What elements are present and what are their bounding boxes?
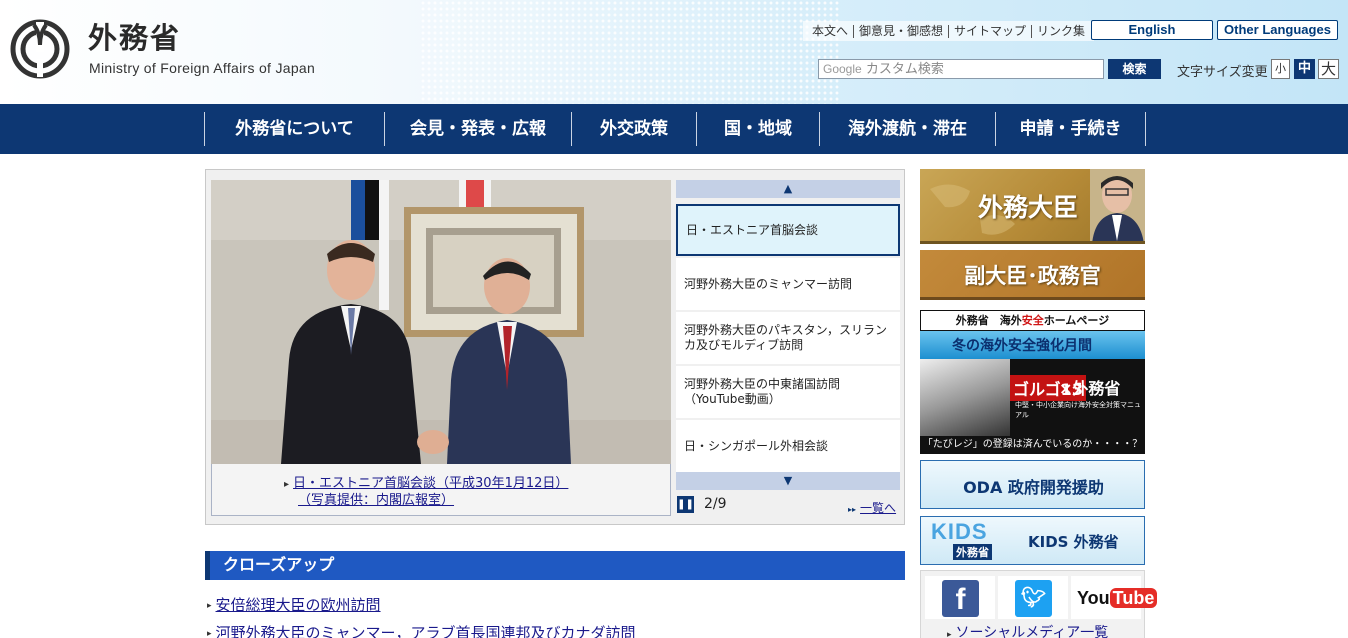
slider-item[interactable]: 河野外務大臣のミャンマー訪問 xyxy=(676,258,900,310)
font-size-label: 文字サイズ変更 xyxy=(1177,65,1268,80)
search-input[interactable]: Google カスタム検索 xyxy=(818,59,1104,79)
golgo-illustration xyxy=(920,359,1010,436)
nav-press[interactable]: 会見・発表・広報 xyxy=(384,112,571,146)
oda-banner-label: ODA 政府開発援助 xyxy=(963,478,1104,497)
util-link-main-content[interactable]: 本文へ xyxy=(807,24,855,38)
safety-month-strip: 冬の海外安全強化月間 xyxy=(920,331,1145,359)
kids-banner[interactable]: KIDS 外務省 KIDS 外務省 xyxy=(920,516,1145,565)
slide-caption: 日・エストニア首脳会談（平成30年1月12日） （写真提供：内閣広報室） xyxy=(211,464,671,516)
closeup-link[interactable]: 河野外務大臣のミャンマー，アラブ首長国連邦及びカナダ訪問 xyxy=(207,622,636,638)
minister-banner-label: 外務大臣 xyxy=(978,193,1079,222)
site-title-en[interactable]: Ministry of Foreign Affairs of Japan xyxy=(89,60,315,76)
safety-banner-top-suffix: ホームページ xyxy=(1043,314,1110,327)
closeup-heading-text: クローズアップ xyxy=(223,555,335,574)
mofa-logo-icon[interactable] xyxy=(10,19,70,79)
nav-foreign-policy[interactable]: 外交政策 xyxy=(571,112,696,146)
slide-caption-credit[interactable]: （写真提供：内閣広報室） xyxy=(298,489,454,508)
overseas-safety-banner[interactable]: 外務省 海外安全ホームページ 冬の海外安全強化月間 ゴルゴ13 ×外務省 中堅・… xyxy=(920,310,1145,454)
facebook-button[interactable]: f xyxy=(925,576,995,619)
header-world-map xyxy=(420,0,840,104)
nav-overseas-travel[interactable]: 海外渡航・滞在 xyxy=(819,112,995,146)
youtube-icon: You Tube xyxy=(1077,580,1158,617)
site-title-ja[interactable]: 外務省 xyxy=(88,20,181,56)
font-size-large-button[interactable]: 大 xyxy=(1318,59,1339,79)
slider-list-link[interactable]: 一覧へ xyxy=(848,499,896,516)
font-size-medium-button[interactable]: 中 xyxy=(1294,59,1315,79)
featured-slider: 日・エストニア首脳会談（平成30年1月12日） （写真提供：内閣広報室） ▲ 日… xyxy=(205,169,905,525)
vice-minister-banner-label: 副大臣･政務官 xyxy=(964,264,1101,288)
other-languages-button[interactable]: Other Languages xyxy=(1217,20,1338,40)
util-link-feedback[interactable]: 御意見・御感想 xyxy=(854,24,950,38)
closeup-link[interactable]: 安倍総理大臣の欧州訪問 xyxy=(207,594,381,615)
site-header: 外務省 Ministry of Foreign Affairs of Japan… xyxy=(0,0,1348,104)
slider-down-icon[interactable]: ▼ xyxy=(676,472,900,490)
slider-item[interactable]: 日・シンガポール外相会談 xyxy=(676,420,900,472)
golgo-subtitle: 中堅・中小企業向け海外安全対策マニュアル xyxy=(1015,401,1141,419)
facebook-icon: f xyxy=(942,580,979,617)
safety-month-label: 冬の海外安全強化月間 xyxy=(952,338,1092,354)
safety-banner-top-red: 安全 xyxy=(1021,314,1044,327)
twitter-button[interactable]: 🐦︎ xyxy=(998,576,1068,619)
util-link-links[interactable]: リンク集 xyxy=(1032,24,1090,38)
search-brand: Google xyxy=(823,62,862,76)
slide-photo-illustration xyxy=(211,180,671,464)
closeup-heading: クローズアップ xyxy=(205,551,905,580)
nav-about-mofa[interactable]: 外務省について xyxy=(204,112,384,146)
search-button[interactable]: 検索 xyxy=(1108,59,1161,79)
minister-banner[interactable]: 外務大臣 xyxy=(920,169,1145,244)
oda-banner[interactable]: ODA 政府開発援助 xyxy=(920,460,1145,509)
safety-banner-top-prefix: 外務省 海外 xyxy=(955,314,1022,327)
social-media-list-link[interactable]: ソーシャルメディア一覧 xyxy=(947,622,1109,638)
font-size-small-button[interactable]: 小 xyxy=(1271,59,1290,79)
slider-up-icon[interactable]: ▲ xyxy=(676,180,900,198)
vice-minister-banner[interactable]: 副大臣･政務官 xyxy=(920,250,1145,300)
slide-photo[interactable] xyxy=(211,180,671,464)
english-button[interactable]: English xyxy=(1091,20,1213,40)
kids-logo-sub: 外務省 xyxy=(953,544,992,560)
slider-item[interactable]: 河野外務大臣のパキスタン，スリランカ及びモルディブ訪問 xyxy=(676,312,900,364)
kids-logo: KIDS xyxy=(931,519,988,544)
utility-links: 本文へ 御意見・御感想 サイトマップ リンク集 xyxy=(803,21,1095,41)
golgo-title-suffix: ×外務省 xyxy=(1059,379,1121,398)
slider-item[interactable]: 日・エストニア首脳会談 xyxy=(676,204,900,256)
youtube-button[interactable]: You Tube xyxy=(1071,576,1158,619)
kids-banner-label: KIDS 外務省 xyxy=(1028,533,1119,551)
safety-banner-top: 外務省 海外安全ホームページ xyxy=(920,310,1145,331)
global-nav: 外務省について 会見・発表・広報 外交政策 国・地域 海外渡航・滞在 申請・手続… xyxy=(0,104,1348,154)
search-placeholder: カスタム検索 xyxy=(865,62,944,77)
slider-counter: 2/9 xyxy=(704,496,727,512)
util-link-sitemap[interactable]: サイトマップ xyxy=(949,24,1033,38)
tabireji-caption: 「たびレジ」の登録は済んでいるのか・・・・？ xyxy=(920,436,1145,454)
nav-applications[interactable]: 申請・手続き xyxy=(995,112,1146,146)
nav-countries-regions[interactable]: 国・地域 xyxy=(696,112,819,146)
slider-item[interactable]: 河野外務大臣の中東諸国訪問（YouTube動画） xyxy=(676,366,900,418)
slider-thumb-list: 日・エストニア首脳会談 河野外務大臣のミャンマー訪問 河野外務大臣のパキスタン，… xyxy=(676,204,900,474)
pause-icon[interactable]: ❚❚ xyxy=(677,496,694,513)
social-media-box: f 🐦︎ YouTube ソーシャルメディア一覧 xyxy=(920,570,1158,638)
twitter-icon: 🐦︎ xyxy=(1015,580,1052,617)
